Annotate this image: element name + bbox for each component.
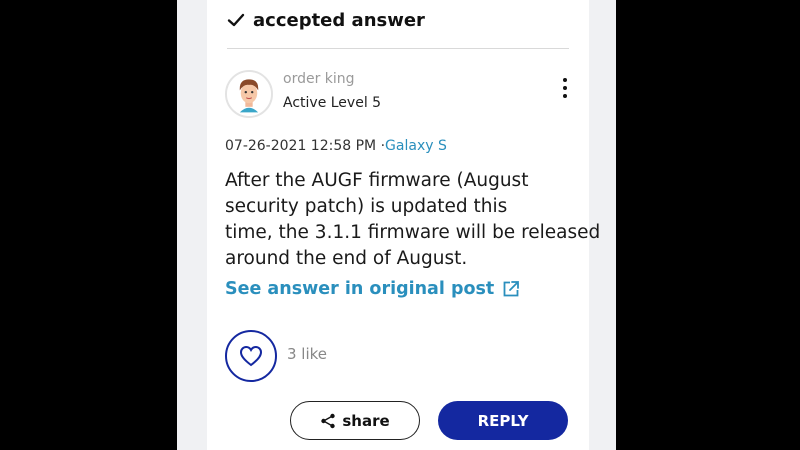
- like-count: 3 like: [287, 345, 328, 363]
- accepted-answer-header: accepted answer: [227, 8, 425, 32]
- avatar[interactable]: [225, 70, 273, 118]
- share-button[interactable]: share: [290, 401, 420, 440]
- post-body-line: security patch) is updated this: [225, 196, 508, 217]
- share-icon: [321, 413, 336, 428]
- author-level: Active Level 5: [283, 95, 382, 111]
- reply-button[interactable]: REPLY: [438, 401, 568, 440]
- see-answer-link[interactable]: See answer in original post: [225, 276, 520, 302]
- post-datetime: 07-26-2021 12:58 PM: [225, 138, 377, 154]
- post-body: After the AUGF firmware (August security…: [225, 168, 601, 272]
- post-body-line: time, the 3.1.1 firmware will be release…: [225, 222, 601, 243]
- share-label: share: [342, 411, 390, 430]
- page-frame: accepted answer order king Active Level …: [177, 0, 616, 450]
- like-button[interactable]: [225, 330, 277, 382]
- post-body-line: around the end of August.: [225, 248, 468, 269]
- post-body-line: After the AUGF firmware (August: [225, 170, 529, 191]
- check-icon: [227, 13, 245, 27]
- post-category-link[interactable]: Galaxy S: [385, 138, 447, 154]
- post-card: accepted answer order king Active Level …: [207, 0, 601, 450]
- more-dot: [563, 78, 567, 82]
- more-dot: [563, 94, 567, 98]
- author-name[interactable]: order king: [283, 71, 355, 87]
- see-answer-label: See answer in original post: [225, 279, 495, 299]
- divider: [227, 48, 569, 49]
- heart-icon: [239, 345, 263, 367]
- reply-label: REPLY: [477, 411, 529, 430]
- external-link-icon: [503, 281, 520, 297]
- accepted-answer-label: accepted answer: [253, 9, 425, 31]
- more-vertical-icon[interactable]: [554, 75, 576, 101]
- avatar-illustration: [227, 72, 271, 116]
- post-meta: 07-26-2021 12:58 PM ·Galaxy S: [225, 138, 447, 154]
- more-dot: [563, 86, 567, 90]
